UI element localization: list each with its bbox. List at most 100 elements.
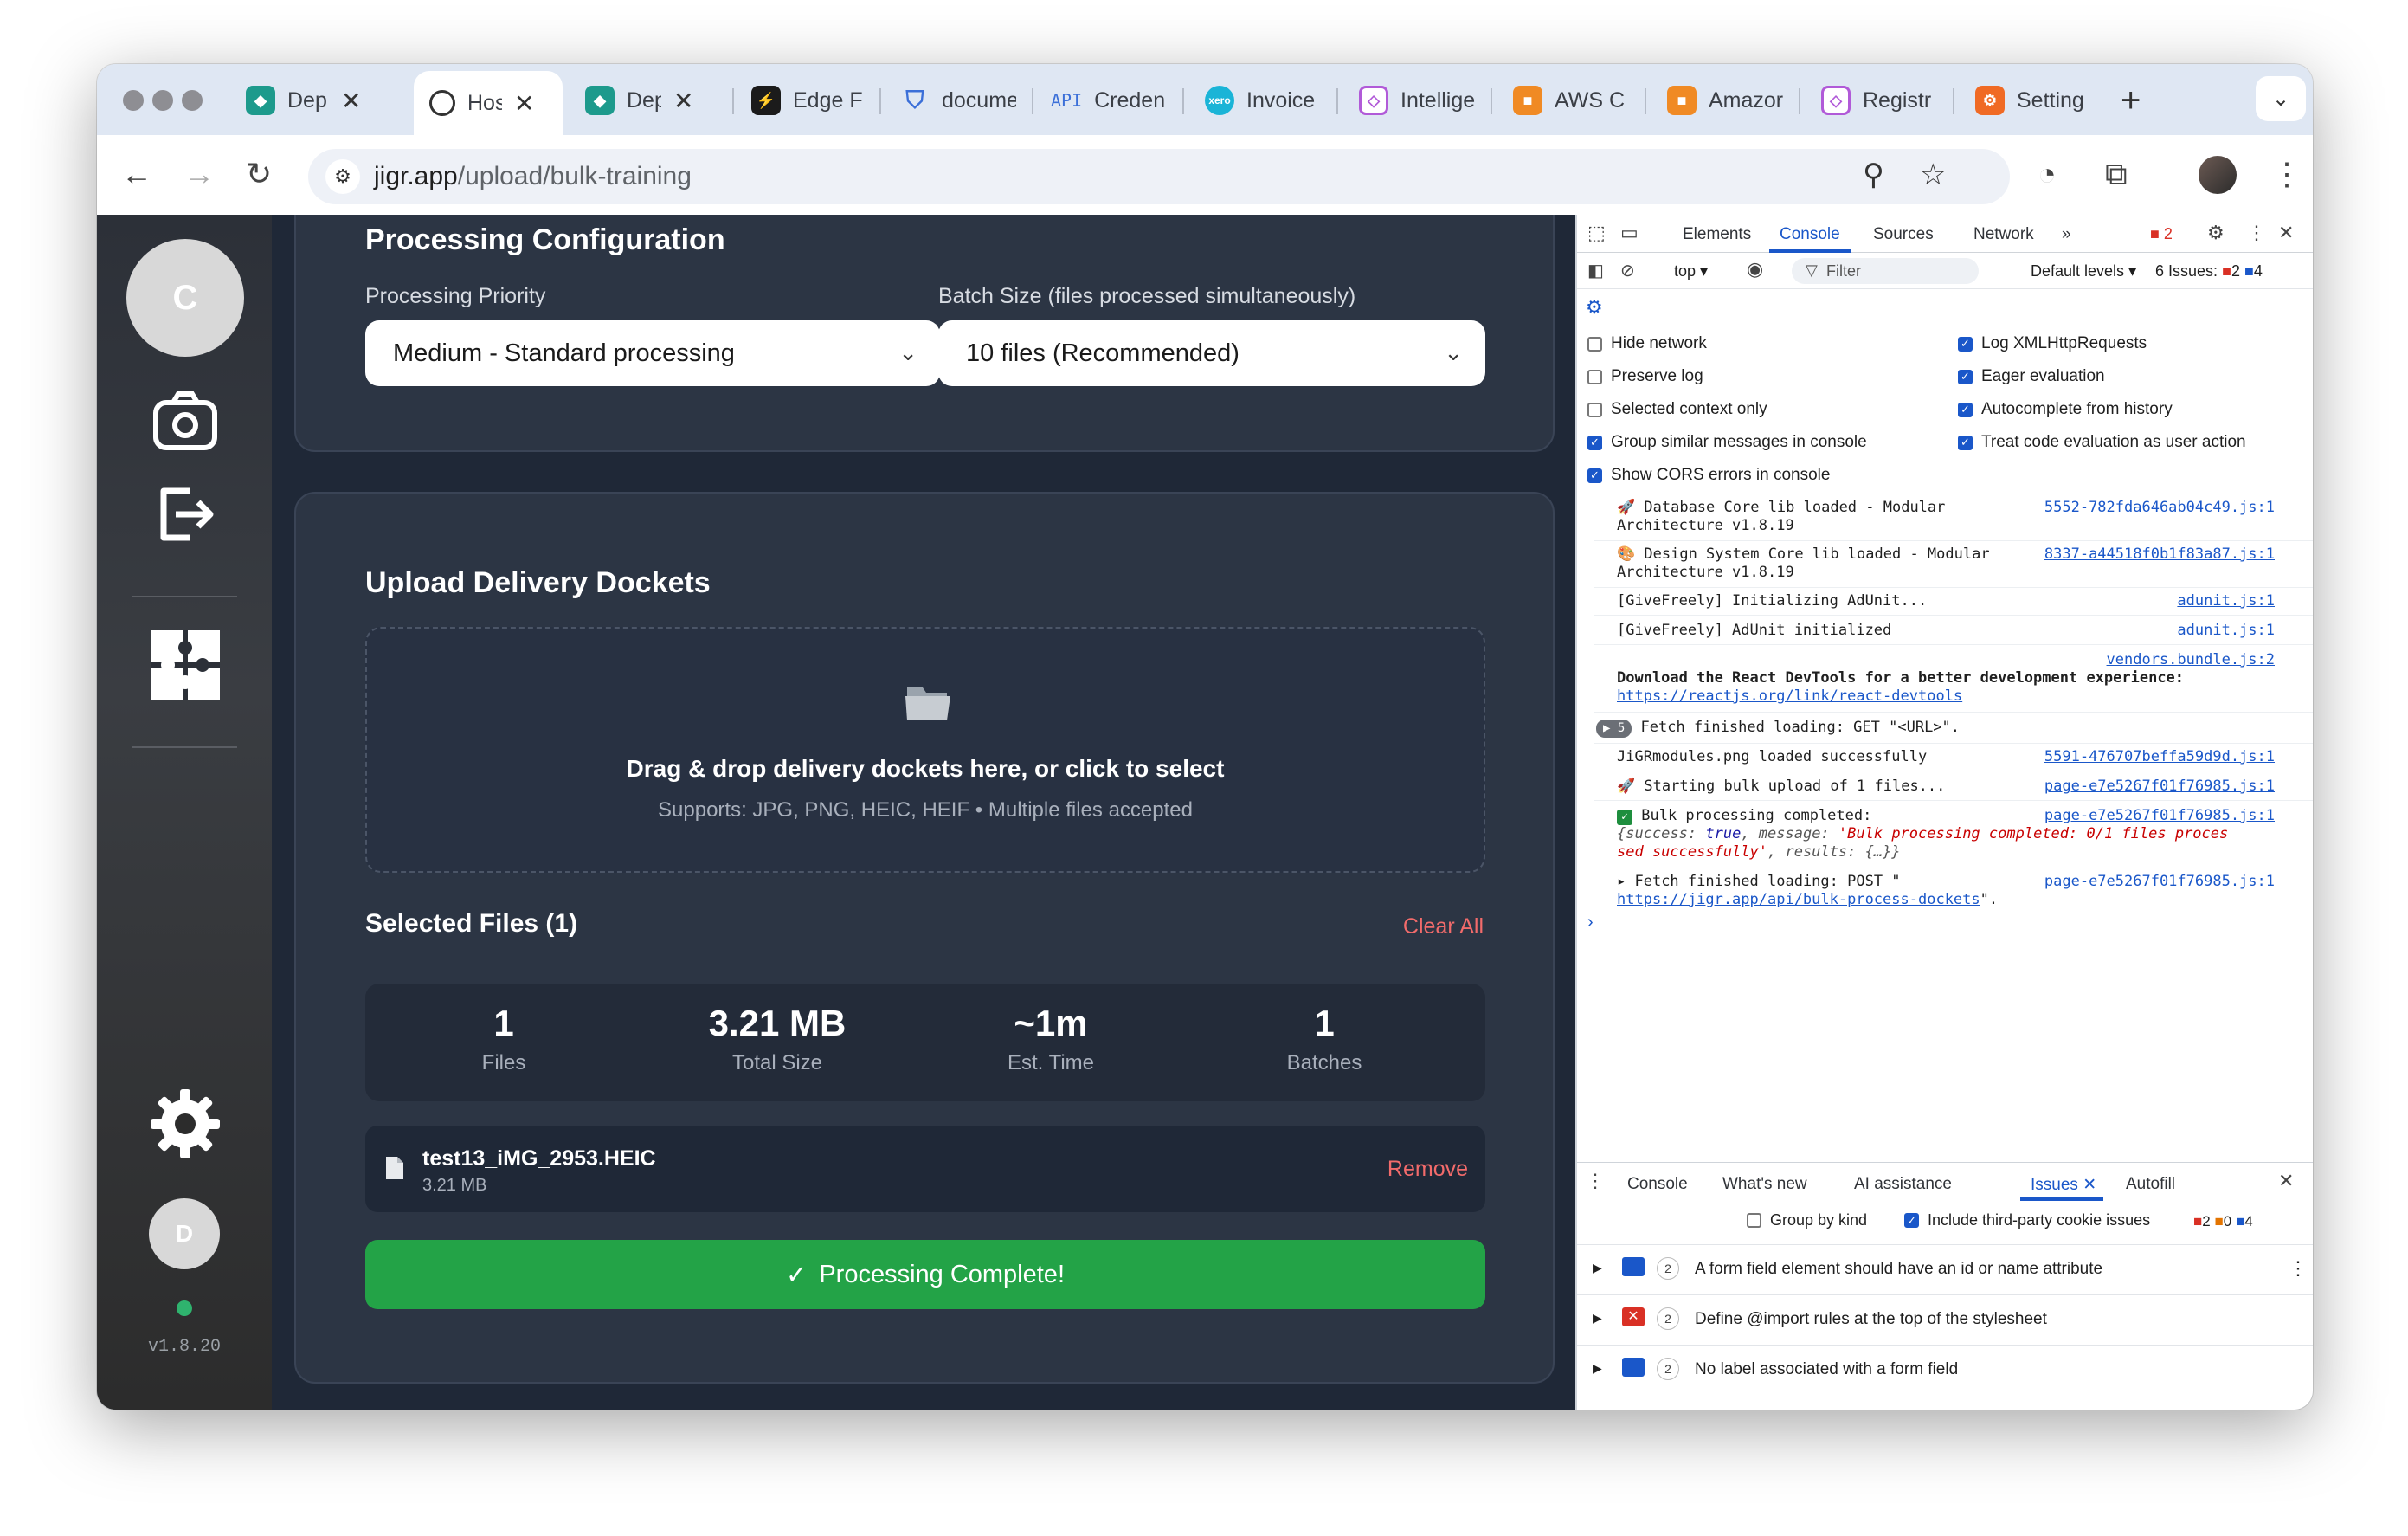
close-tab-icon[interactable]: ✕ bbox=[514, 89, 534, 118]
devtools-tab-console[interactable]: Console bbox=[1780, 225, 1840, 244]
source-link[interactable]: page-e7e5267f01f76985.js:1 bbox=[2044, 807, 2275, 825]
browser-tab[interactable]: ◇ Registr bbox=[1806, 73, 1953, 128]
minimize-window-button[interactable] bbox=[152, 90, 173, 111]
zoom-search-icon[interactable]: ⚲ bbox=[1863, 158, 1884, 192]
close-tab-icon[interactable]: ✕ bbox=[341, 87, 361, 115]
browser-tab[interactable]: ◆ Dep ✕ bbox=[230, 73, 377, 128]
upload-dropzone[interactable]: Drag & drop delivery dockets here, or cl… bbox=[365, 627, 1485, 873]
browser-tab[interactable]: ⚙ Setting bbox=[1960, 73, 2110, 128]
group-by-kind-checkbox[interactable]: Group by kind bbox=[1747, 1211, 1867, 1229]
devtools-tab-elements[interactable]: Elements bbox=[1683, 225, 1751, 244]
eye-icon[interactable]: ◉ bbox=[1747, 258, 1763, 281]
browser-tab[interactable]: ◆ Dep ✕ bbox=[570, 73, 709, 128]
source-link[interactable]: page-e7e5267f01f76985.js:1 bbox=[2044, 873, 2275, 891]
zoom-window-button[interactable] bbox=[182, 90, 203, 111]
issues-counter[interactable]: 6 Issues: ■2 ■4 bbox=[2155, 262, 2263, 281]
hide-network-checkbox[interactable]: Hide network bbox=[1587, 334, 1707, 353]
kebab-menu-icon[interactable]: ⋮ bbox=[2271, 154, 2302, 194]
drawer-menu-icon[interactable]: ⋮ bbox=[1586, 1170, 1605, 1192]
context-select[interactable]: top ▾ bbox=[1674, 262, 1708, 281]
device-toolbar-icon[interactable]: ▭ bbox=[1620, 222, 1639, 244]
drawer-tab-console[interactable]: Console bbox=[1627, 1175, 1688, 1194]
error-count-badge[interactable]: ■ 2 bbox=[2150, 225, 2173, 243]
kebab-menu-icon[interactable]: ⋮ bbox=[2247, 222, 2266, 244]
issue-row[interactable]: ▶ 2 No label associated with a form fiel… bbox=[1577, 1345, 2313, 1395]
user-action-checkbox[interactable]: ✓ Treat code evaluation as user action bbox=[1958, 433, 2246, 452]
company-avatar[interactable]: C bbox=[126, 239, 244, 357]
user-avatar[interactable]: D bbox=[149, 1198, 220, 1269]
back-arrow-icon[interactable]: ← bbox=[121, 154, 152, 194]
drawer-tab-whats-new[interactable]: What's new bbox=[1722, 1175, 1807, 1194]
console-message-group[interactable]: ▶ 5 Fetch finished loading: GET "<URL>". bbox=[1596, 719, 2280, 738]
browser-tab[interactable]: ■ Amazor bbox=[1651, 73, 1799, 128]
extension-c-icon[interactable]: ◔ bbox=[2038, 154, 2057, 194]
selected-context-checkbox[interactable]: Selected context only bbox=[1587, 400, 1767, 419]
autocomplete-checkbox[interactable]: ✓ Autocomplete from history bbox=[1958, 400, 2173, 419]
close-tab-icon[interactable]: ✕ bbox=[673, 87, 693, 115]
tab-search-chevron-icon[interactable]: ⌄ bbox=[2256, 76, 2306, 121]
drawer-tab-issues[interactable]: Issues ✕ bbox=[2031, 1175, 2096, 1195]
remove-file-button[interactable]: Remove bbox=[1387, 1157, 1468, 1182]
close-devtools-icon[interactable]: ✕ bbox=[2278, 222, 2294, 244]
clear-all-button[interactable]: Clear All bbox=[1403, 914, 1484, 939]
log-xhr-checkbox[interactable]: ✓ Log XMLHttpRequests bbox=[1958, 334, 2147, 353]
browser-tab[interactable]: API Creden bbox=[1035, 73, 1184, 128]
new-tab-button[interactable]: + bbox=[2121, 83, 2141, 118]
devtools-tab-network[interactable]: Network bbox=[1973, 225, 2034, 244]
source-link[interactable]: 5591-476707beffa59d9d.js:1 bbox=[2044, 748, 2275, 766]
extensions-puzzle-icon[interactable]: ⧉ bbox=[2105, 154, 2128, 194]
browser-tab[interactable]: ■ AWS C bbox=[1497, 73, 1645, 128]
close-window-button[interactable] bbox=[123, 90, 144, 111]
source-link[interactable]: 8337-a44518f0b1f83a87.js:1 bbox=[2044, 545, 2275, 564]
clear-console-icon[interactable]: ⊘ bbox=[1620, 260, 1635, 281]
processing-complete-button[interactable]: ✓ Processing Complete! bbox=[365, 1240, 1485, 1309]
devtools-tab-sources[interactable]: Sources bbox=[1873, 225, 1934, 244]
sidebar-toggle-icon[interactable]: ◧ bbox=[1587, 260, 1604, 281]
settings-gear-icon[interactable] bbox=[149, 1087, 222, 1160]
bulk-process-link[interactable]: https://jigr.app/api/bulk-process-docket… bbox=[1617, 891, 1980, 908]
url-text[interactable]: jigr.app/upload/bulk-training bbox=[374, 162, 692, 191]
log-levels-select[interactable]: Default levels ▾ bbox=[2031, 262, 2136, 281]
inspect-element-icon[interactable]: ⬚ bbox=[1587, 222, 1606, 244]
site-info-icon[interactable]: ⚙ bbox=[325, 159, 360, 194]
logout-icon[interactable] bbox=[149, 478, 222, 551]
browser-tab[interactable]: xero Invoice bbox=[1189, 73, 1340, 128]
batch-size-select[interactable]: 10 files (Recommended) ⌄ bbox=[938, 320, 1485, 386]
drawer-tab-ai-assistance[interactable]: AI assistance bbox=[1854, 1175, 1952, 1194]
browser-tab[interactable]: ⛉ docume bbox=[885, 73, 1032, 128]
close-drawer-icon[interactable]: ✕ bbox=[2278, 1170, 2294, 1192]
result-object[interactable]: {success: true, message: 'Bulk processin… bbox=[1617, 825, 2301, 843]
browser-tab[interactable]: ⚡ Edge F bbox=[736, 73, 881, 128]
priority-select[interactable]: Medium - Standard processing ⌄ bbox=[365, 320, 940, 386]
browser-tab[interactable]: ◇ Intellige bbox=[1343, 73, 1492, 128]
console-settings-gear-icon[interactable]: ⚙ bbox=[1586, 296, 1603, 319]
issue-row[interactable]: ▶ 2 A form field element should have an … bbox=[1577, 1244, 2313, 1294]
third-party-cookie-checkbox[interactable]: ✓ Include third-party cookie issues bbox=[1904, 1211, 2150, 1229]
source-link[interactable]: page-e7e5267f01f76985.js:1 bbox=[2044, 778, 2275, 796]
source-link[interactable]: adunit.js:1 bbox=[2177, 622, 2275, 640]
reload-icon[interactable]: ↻ bbox=[246, 154, 272, 194]
drawer-tab-autofill[interactable]: Autofill bbox=[2126, 1175, 2175, 1194]
source-link[interactable]: adunit.js:1 bbox=[2177, 592, 2275, 610]
console-filter-input[interactable]: ▽ Filter bbox=[1792, 258, 1979, 284]
issue-menu-icon[interactable]: ⋮ bbox=[2289, 1257, 2308, 1280]
address-bar[interactable]: ⚙ jigr.app/upload/bulk-training ⚲ ☆ bbox=[308, 149, 2010, 204]
react-devtools-link[interactable]: https://reactjs.org/link/react-devtools bbox=[1617, 687, 2301, 706]
source-link[interactable]: 5552-782fda646ab04c49.js:1 bbox=[2044, 499, 2275, 517]
console-prompt[interactable]: › bbox=[1587, 913, 1594, 933]
group-similar-checkbox[interactable]: ✓ Group similar messages in console bbox=[1587, 433, 1867, 452]
camera-icon[interactable] bbox=[149, 384, 222, 457]
settings-gear-icon[interactable]: ⚙ bbox=[2207, 222, 2225, 244]
profile-avatar[interactable] bbox=[2199, 156, 2237, 194]
more-tabs-chevron-icon[interactable]: » bbox=[2062, 225, 2071, 244]
modules-puzzle-icon[interactable] bbox=[149, 629, 222, 701]
preserve-log-checkbox[interactable]: Preserve log bbox=[1587, 367, 1703, 386]
eager-eval-checkbox[interactable]: ✓ Eager evaluation bbox=[1958, 367, 2105, 386]
browser-tab-active[interactable]: Hos ✕ bbox=[414, 71, 563, 135]
bookmark-star-icon[interactable]: ☆ bbox=[1920, 158, 1946, 192]
cors-errors-checkbox[interactable]: ✓ Show CORS errors in console bbox=[1587, 466, 1830, 485]
batch-size-label: Batch Size (files processed simultaneous… bbox=[938, 284, 1356, 308]
issue-row[interactable]: ▶ ✕ 2 Define @import rules at the top of… bbox=[1577, 1294, 2313, 1345]
forward-arrow-icon[interactable]: → bbox=[183, 154, 215, 194]
source-link[interactable]: vendors.bundle.js:2 bbox=[2107, 651, 2275, 669]
